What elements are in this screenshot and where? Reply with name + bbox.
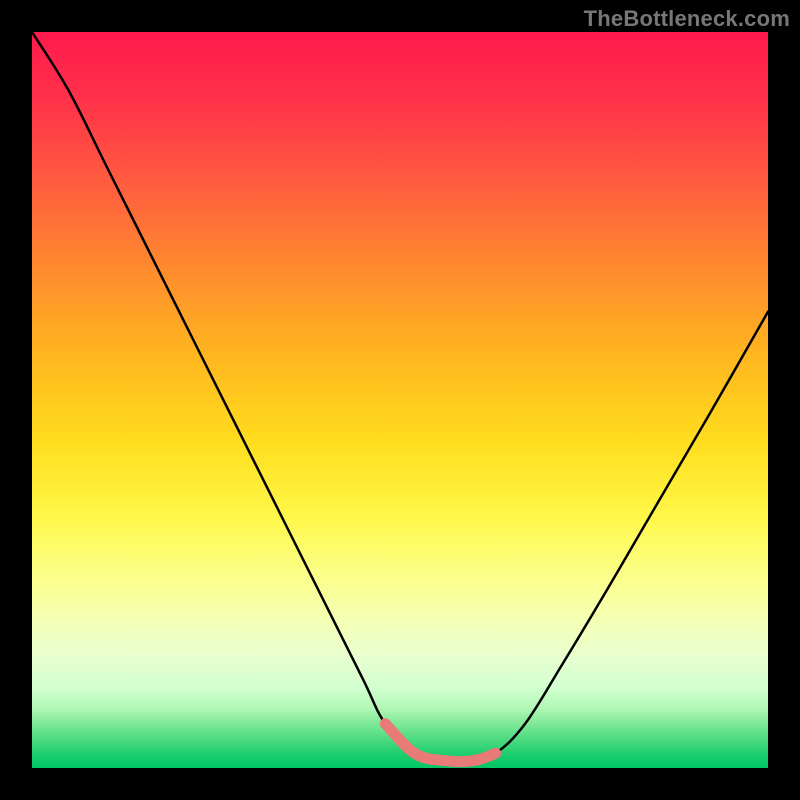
curve-layer: [32, 32, 768, 768]
valley-highlight-path: [385, 724, 495, 762]
watermark-text: TheBottleneck.com: [584, 6, 790, 32]
bottleneck-curve-path: [32, 32, 768, 762]
plot-area: [32, 32, 768, 768]
chart-stage: TheBottleneck.com: [0, 0, 800, 800]
